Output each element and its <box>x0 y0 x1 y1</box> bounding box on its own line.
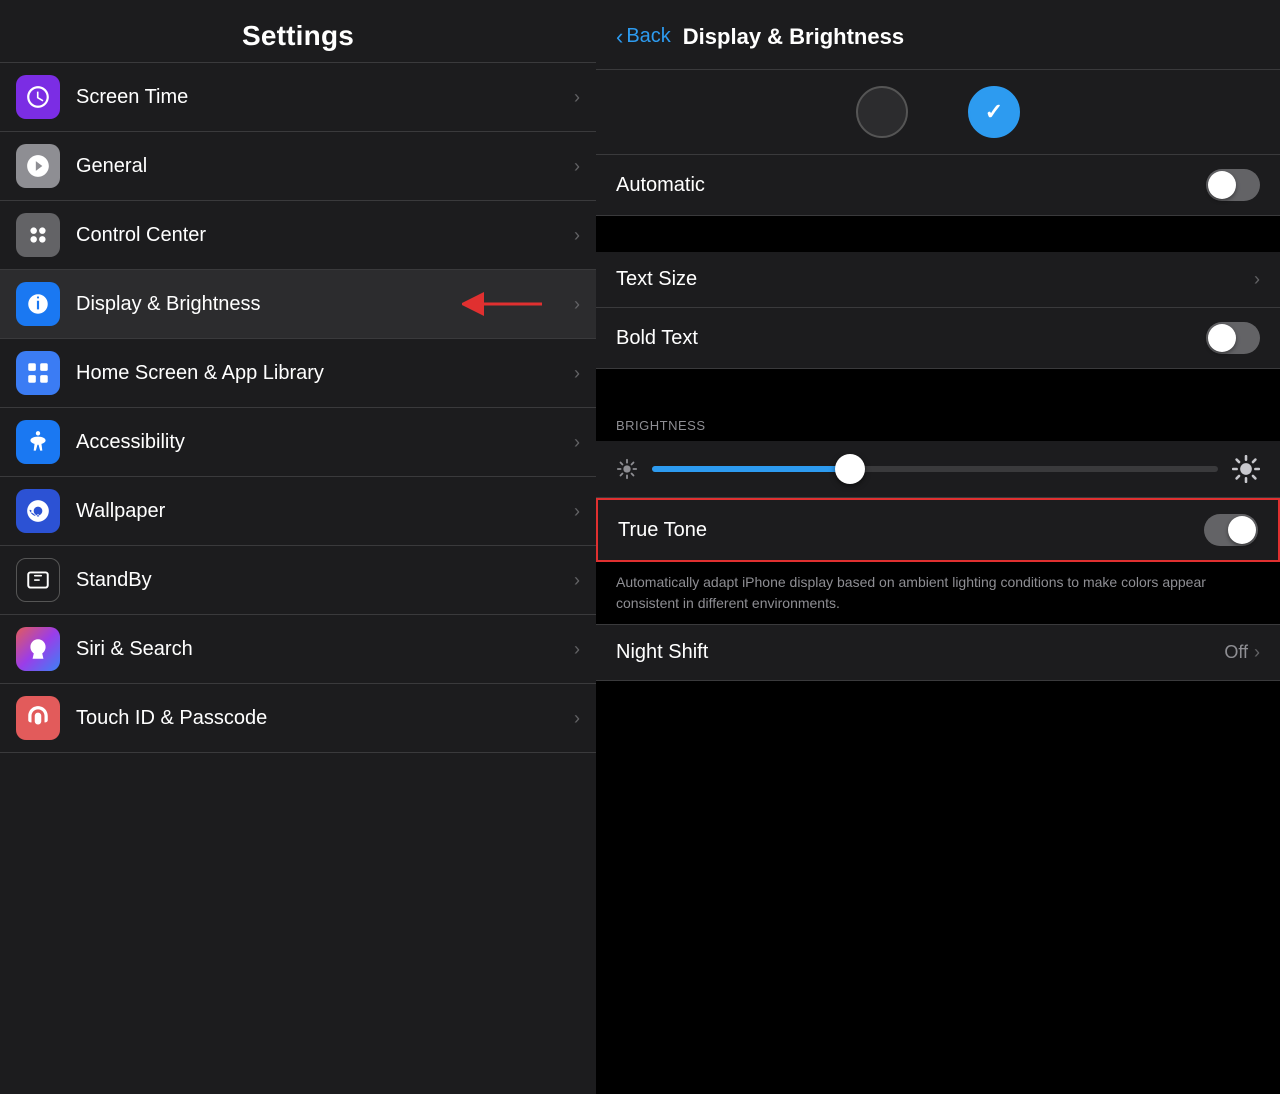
sidebar-item-touchid[interactable]: Touch ID & Passcode › <box>0 684 596 753</box>
sidebar-item-wallpaper[interactable]: Wallpaper › <box>0 477 596 546</box>
appearance-dark[interactable]: ✓ <box>968 86 1020 138</box>
brightness-high-icon <box>1232 455 1260 483</box>
sidebar-item-general[interactable]: General › <box>0 132 596 201</box>
control-center-icon-bg <box>16 213 60 257</box>
left-panel: Settings Screen Time › General › <box>0 0 596 1094</box>
true-tone-toggle-knob <box>1228 516 1256 544</box>
true-tone-description-text: Automatically adapt iPhone display based… <box>616 574 1206 611</box>
screen-time-icon-bg <box>16 75 60 119</box>
dark-mode-checkmark: ✓ <box>985 99 1003 125</box>
appearance-light[interactable] <box>856 86 908 138</box>
general-label: General <box>76 155 566 178</box>
sidebar-item-control-center[interactable]: Control Center › <box>0 201 596 270</box>
brightness-slider-fill <box>652 466 850 472</box>
back-button[interactable]: ‹ Back <box>616 24 671 50</box>
true-tone-row: True Tone <box>596 498 1280 562</box>
bold-text-label: Bold Text <box>616 327 1206 350</box>
accessibility-icon-bg <box>16 420 60 464</box>
wallpaper-icon <box>25 498 51 524</box>
siri-icon-bg <box>16 627 60 671</box>
section-gap-2 <box>596 369 1280 405</box>
right-panel: ‹ Back Display & Brightness ✓ Automatic <box>596 0 1280 1094</box>
back-label: Back <box>626 25 670 48</box>
screen-time-chevron: › <box>574 87 580 108</box>
siri-chevron: › <box>574 639 580 660</box>
control-center-label: Control Center <box>76 224 566 247</box>
bold-text-toggle[interactable] <box>1206 322 1260 354</box>
brightness-slider[interactable] <box>652 466 1218 472</box>
screen-time-icon <box>25 84 51 110</box>
light-mode-circle <box>856 86 908 138</box>
homescreen-chevron: › <box>574 363 580 384</box>
true-tone-toggle[interactable] <box>1204 514 1258 546</box>
standby-chevron: › <box>574 570 580 591</box>
bold-text-row: Bold Text <box>596 308 1280 369</box>
dark-mode-circle: ✓ <box>968 86 1020 138</box>
accessibility-chevron: › <box>574 432 580 453</box>
right-content: ✓ Automatic Text Size › Bold Text <box>596 70 1280 1094</box>
sidebar-item-homescreen[interactable]: Home Screen & App Library › <box>0 339 596 408</box>
homescreen-icon <box>25 360 51 386</box>
display-icon-bg <box>16 282 60 326</box>
back-chevron-icon: ‹ <box>616 24 623 50</box>
wallpaper-icon-bg <box>16 489 60 533</box>
true-tone-label: True Tone <box>618 519 1204 542</box>
right-header: ‹ Back Display & Brightness <box>596 0 1280 70</box>
homescreen-label: Home Screen & App Library <box>76 362 566 385</box>
accessibility-icon <box>25 429 51 455</box>
brightness-slider-thumb[interactable] <box>835 454 865 484</box>
touchid-label: Touch ID & Passcode <box>76 707 566 730</box>
brightness-slider-row <box>596 441 1280 498</box>
appearance-section: ✓ <box>596 70 1280 155</box>
text-size-chevron: › <box>1254 269 1260 290</box>
night-shift-label: Night Shift <box>616 641 1224 664</box>
general-icon-bg <box>16 144 60 188</box>
section-gap-1 <box>596 216 1280 252</box>
touchid-icon <box>25 705 51 731</box>
standby-icon <box>25 567 51 593</box>
wallpaper-label: Wallpaper <box>76 500 566 523</box>
control-center-chevron: › <box>574 225 580 246</box>
wallpaper-chevron: › <box>574 501 580 522</box>
control-center-icon <box>25 222 51 248</box>
general-chevron: › <box>574 156 580 177</box>
brightness-section-label: BRIGHTNESS <box>616 418 706 433</box>
bold-text-toggle-knob <box>1208 324 1236 352</box>
night-shift-chevron: › <box>1254 642 1260 663</box>
siri-icon <box>25 636 51 662</box>
display-chevron: › <box>574 294 580 315</box>
brightness-label-container: BRIGHTNESS <box>596 405 1280 441</box>
sidebar-item-screen-time[interactable]: Screen Time › <box>0 63 596 132</box>
display-icon <box>25 291 51 317</box>
sidebar-item-standby[interactable]: StandBy › <box>0 546 596 615</box>
automatic-row: Automatic <box>596 155 1280 216</box>
night-shift-row[interactable]: Night Shift Off › <box>596 625 1280 681</box>
screen-time-label: Screen Time <box>76 86 566 109</box>
standby-icon-bg <box>16 558 60 602</box>
brightness-low-icon <box>616 458 638 480</box>
settings-title: Settings <box>242 20 354 51</box>
left-header: Settings <box>0 0 596 63</box>
homescreen-icon-bg <box>16 351 60 395</box>
settings-list: Screen Time › General › Control Center › <box>0 63 596 1094</box>
touchid-chevron: › <box>574 708 580 729</box>
accessibility-label: Accessibility <box>76 431 566 454</box>
sidebar-item-accessibility[interactable]: Accessibility › <box>0 408 596 477</box>
automatic-label: Automatic <box>616 174 1206 197</box>
annotation-arrow <box>462 286 552 322</box>
automatic-toggle[interactable] <box>1206 169 1260 201</box>
standby-label: StandBy <box>76 569 566 592</box>
night-shift-value: Off <box>1224 642 1248 663</box>
sidebar-item-siri[interactable]: Siri & Search › <box>0 615 596 684</box>
automatic-toggle-knob <box>1208 171 1236 199</box>
siri-label: Siri & Search <box>76 638 566 661</box>
text-size-row[interactable]: Text Size › <box>596 252 1280 308</box>
touchid-icon-bg <box>16 696 60 740</box>
sidebar-item-display[interactable]: Display & Brightness › <box>0 270 596 339</box>
right-panel-title: Display & Brightness <box>683 24 904 50</box>
true-tone-description: Automatically adapt iPhone display based… <box>596 562 1280 625</box>
text-size-label: Text Size <box>616 268 1254 291</box>
general-icon <box>25 153 51 179</box>
